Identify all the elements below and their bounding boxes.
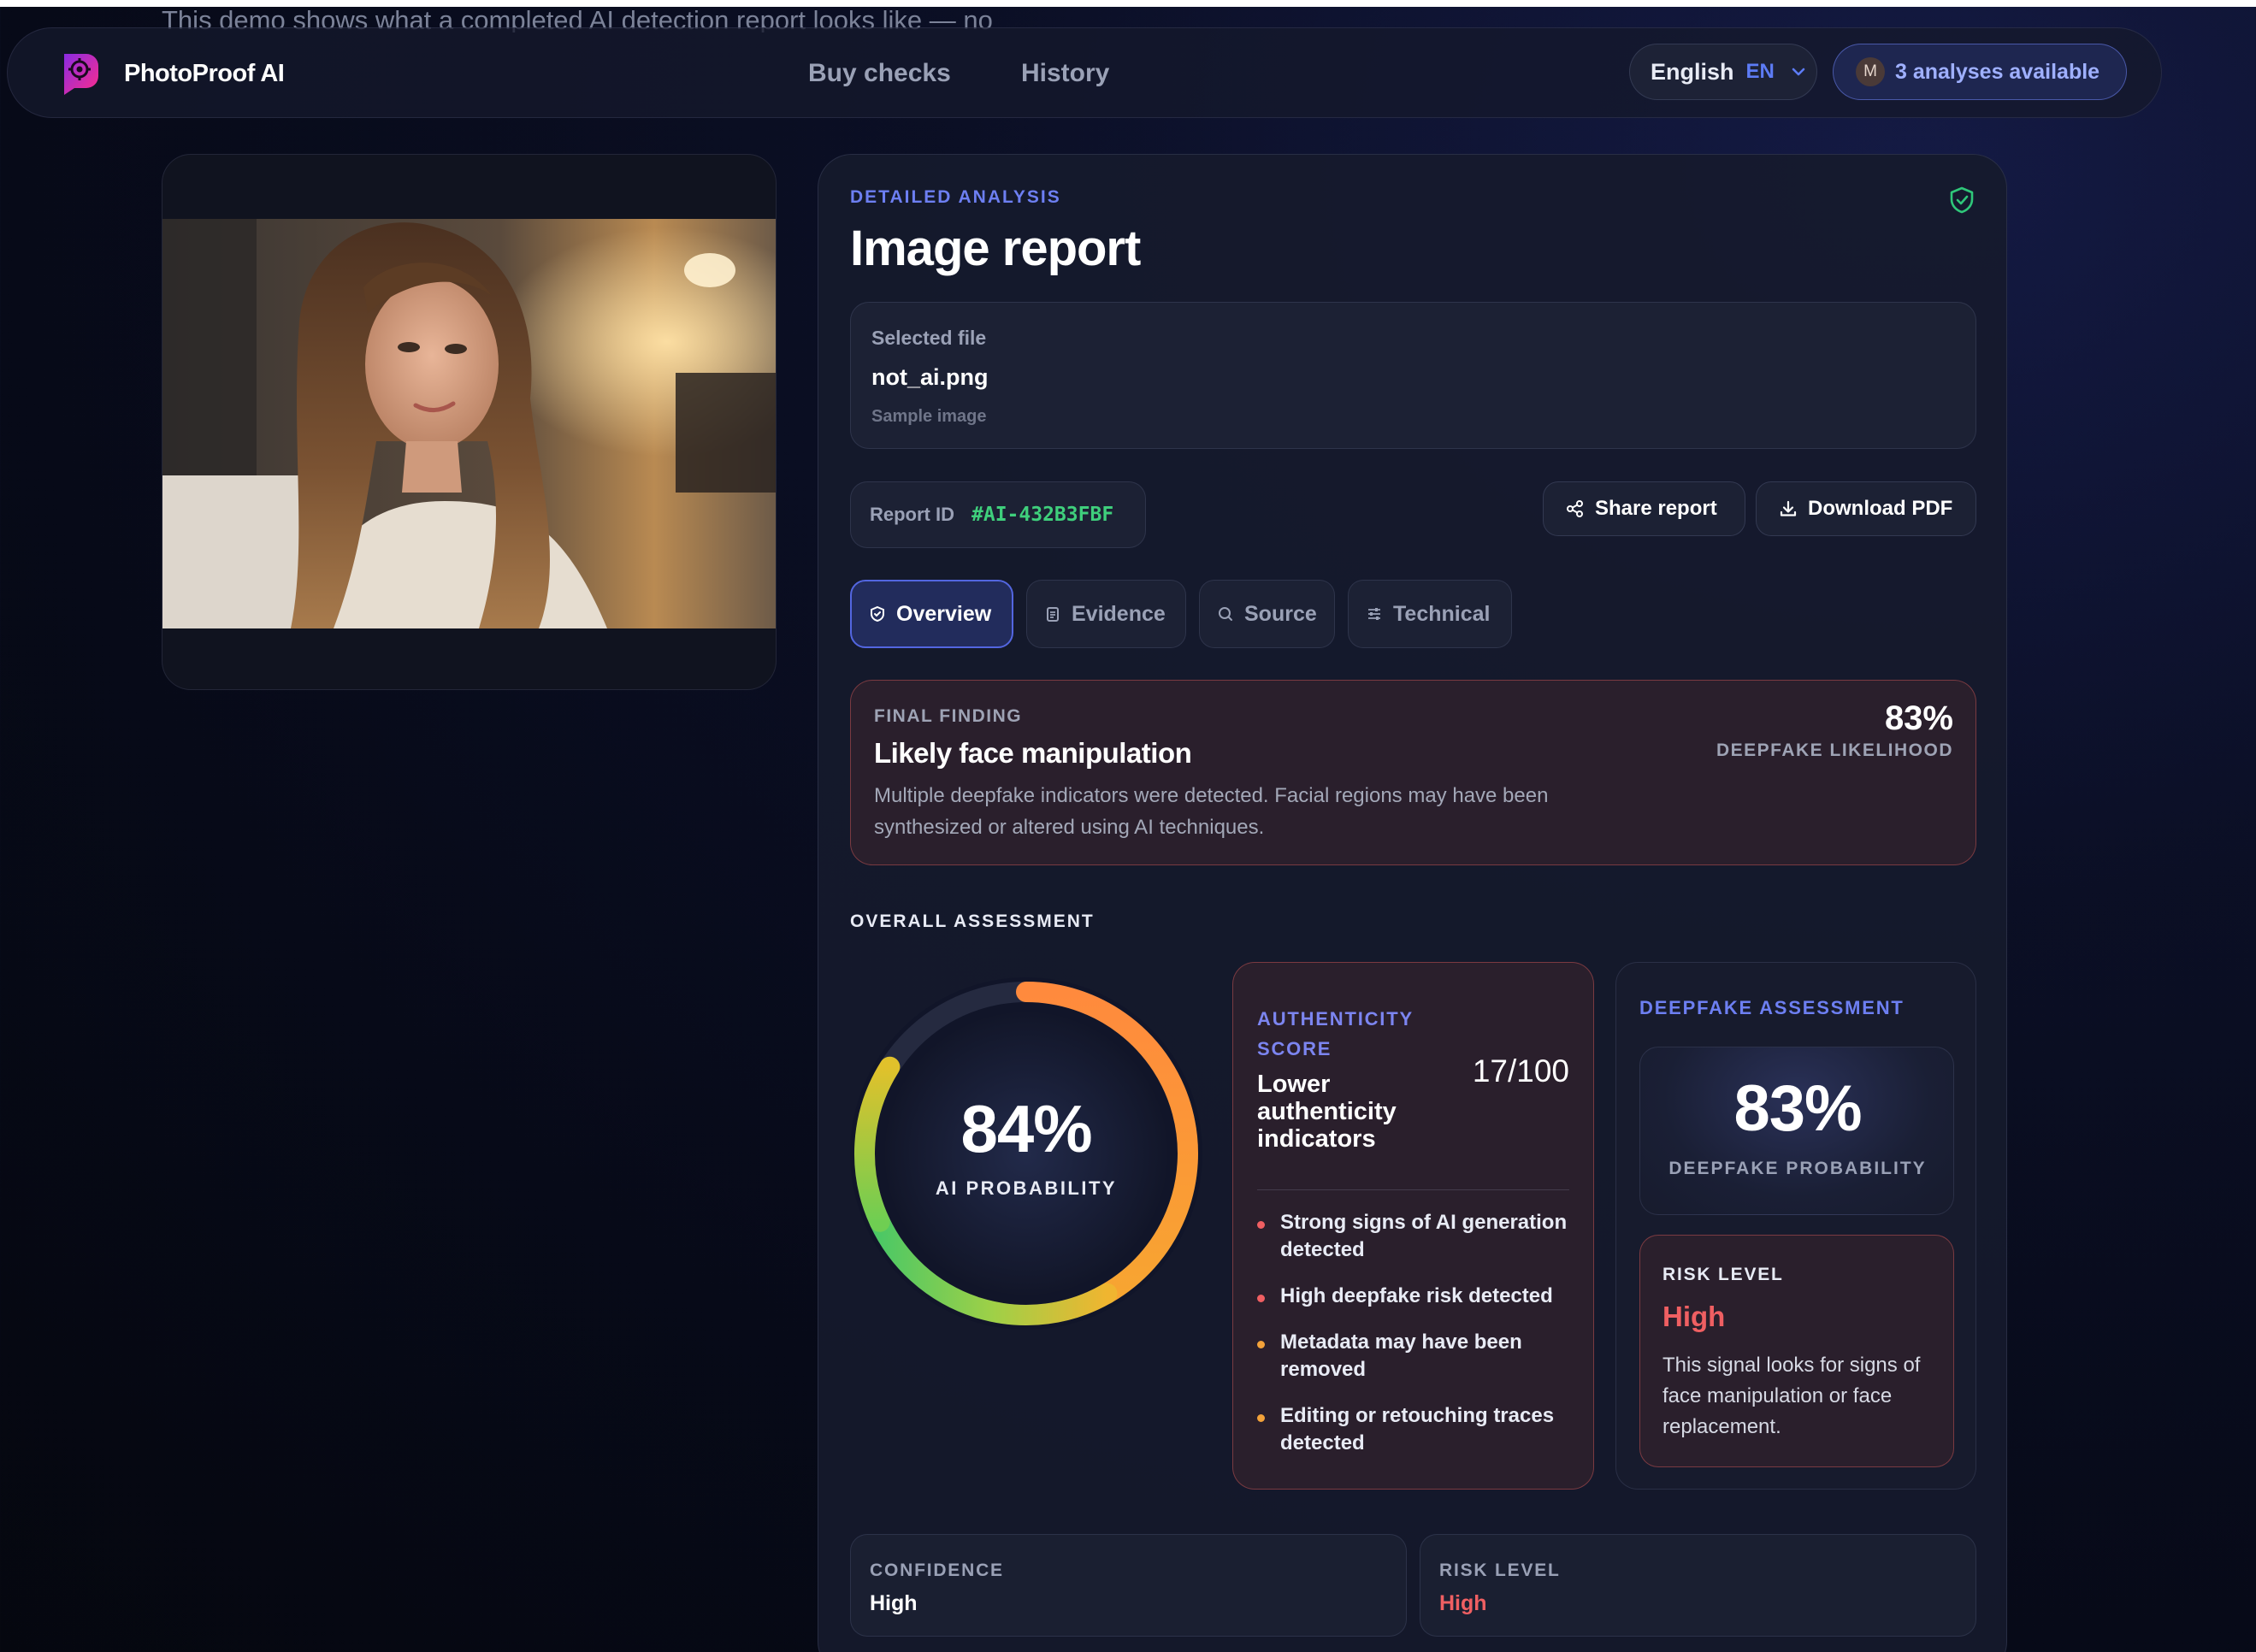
deepfake-assessment-eyebrow: DEEPFAKE ASSESSMENT: [1639, 997, 1905, 1018]
top-navbar: PhotoProof AI Buy checks History English…: [7, 27, 2162, 118]
list-item: Editing or retouching traces detected: [1257, 1402, 1574, 1457]
image-preview-card: [162, 154, 777, 690]
final-finding-description: Multiple deepfake indicators were detect…: [874, 784, 1549, 839]
risk-level-description: This signal looks for signs of face mani…: [1662, 1354, 1921, 1438]
risk-level-summary-card: RISK LEVEL High: [1420, 1534, 1976, 1637]
risk-level-box: RISK LEVEL High This signal looks for si…: [1639, 1235, 1954, 1467]
tab-technical[interactable]: Technical: [1348, 580, 1512, 648]
sliders-icon: [1368, 608, 1380, 620]
share-report-label: Share report: [1595, 497, 1717, 520]
report-panel: DETAILED ANALYSIS Image report Selected …: [818, 154, 2007, 1652]
risk-level-label: RISK LEVEL: [1662, 1265, 1784, 1284]
file-name: not_ai.png: [871, 364, 989, 390]
risk-level-summary-value: High: [1439, 1591, 1487, 1615]
status-dot-icon: [1257, 1341, 1265, 1348]
chevron-down-icon: [1792, 68, 1805, 76]
shield-check-icon: [1950, 186, 1974, 214]
authenticity-score-eyebrow: AUTHENTICITY SCORE: [1257, 1008, 1414, 1059]
selected-file-box: Selected file not_ai.png Sample image: [850, 302, 1976, 449]
list-item: High deepfake risk detected: [1257, 1283, 1574, 1310]
deepfake-probability-value: 83%: [1733, 1072, 1862, 1145]
final-finding-heading: Likely face manipulation: [874, 737, 1192, 769]
download-pdf-label: Download PDF: [1808, 497, 1953, 520]
indicator-text: Metadata may have been removed: [1280, 1330, 1522, 1381]
indicator-text: High deepfake risk detected: [1280, 1284, 1553, 1307]
status-dot-icon: [1257, 1295, 1265, 1302]
tab-overview-label: Overview: [896, 601, 992, 626]
report-id-label: Report ID: [870, 504, 954, 525]
selected-file-label: Selected file: [871, 327, 987, 349]
shield-check-icon: [871, 605, 884, 622]
language-selector[interactable]: English EN: [1629, 44, 1817, 100]
ai-probability-value: 84%: [960, 1091, 1092, 1166]
tab-source[interactable]: Source: [1199, 580, 1335, 648]
language-code: EN: [1745, 60, 1775, 83]
tab-technical-label: Technical: [1393, 601, 1491, 626]
download-icon: [1780, 500, 1797, 516]
divider: [1257, 1189, 1569, 1190]
confidence-value: High: [870, 1591, 918, 1615]
confidence-card: CONFIDENCE High: [850, 1534, 1407, 1637]
authenticity-heading: Lower authenticity indicators: [1257, 1071, 1397, 1153]
confidence-label: CONFIDENCE: [870, 1561, 1004, 1580]
report-eyebrow: DETAILED ANALYSIS: [850, 187, 1061, 207]
tab-evidence-label: Evidence: [1072, 601, 1166, 626]
report-id-badge: Report ID #AI-432B3FBF: [850, 481, 1146, 548]
ai-probability-label: AI PROBABILITY: [935, 1177, 1118, 1199]
authenticity-indicators-list: Strong signs of AI generation detected H…: [1257, 1209, 1574, 1476]
credits-text: 3 analyses available: [1895, 59, 2100, 84]
download-pdf-button[interactable]: Download PDF: [1756, 481, 1976, 536]
tab-overview[interactable]: Overview: [850, 580, 1013, 648]
final-finding-card: FINAL FINDING Likely face manipulation M…: [850, 680, 1976, 865]
file-subtitle: Sample image: [871, 407, 987, 426]
ai-probability-gauge: 84% AI PROBABILITY: [850, 977, 1202, 1330]
report-id-value: #AI-432B3FBF: [971, 504, 1114, 526]
final-finding-eyebrow: FINAL FINDING: [874, 706, 1023, 726]
list-item: Metadata may have been removed: [1257, 1329, 1574, 1384]
credits-badge[interactable]: M 3 analyses available: [1833, 44, 2127, 100]
risk-level-value: High: [1662, 1301, 1726, 1332]
deepfake-likelihood-label: DEEPFAKE LIKELIHOOD: [1716, 740, 1953, 760]
risk-level-summary-label: RISK LEVEL: [1439, 1561, 1561, 1580]
authenticity-score-value: 17/100: [1472, 1053, 1569, 1089]
status-dot-icon: [1257, 1221, 1265, 1229]
share-report-button[interactable]: Share report: [1543, 481, 1745, 536]
photoproof-logo-icon: [64, 54, 98, 95]
deepfake-probability-label: DEEPFAKE PROBABILITY: [1668, 1159, 1927, 1178]
nav-link-buy-checks[interactable]: Buy checks: [808, 59, 951, 88]
indicator-text: Strong signs of AI generation detected: [1280, 1211, 1568, 1261]
browser-top-edge: [0, 0, 2256, 7]
clipboard-icon: [1047, 607, 1059, 622]
uploaded-photo: [162, 219, 776, 628]
brand[interactable]: PhotoProof AI: [56, 50, 285, 97]
list-item: Strong signs of AI generation detected: [1257, 1209, 1574, 1264]
page-title: Image report: [850, 221, 1141, 276]
share-icon: [1567, 500, 1583, 517]
brand-name: PhotoProof AI: [124, 59, 285, 87]
indicator-text: Editing or retouching traces detected: [1280, 1404, 1555, 1454]
deepfake-probability-box: 83% DEEPFAKE PROBABILITY: [1639, 1047, 1954, 1215]
search-icon: [1219, 607, 1232, 621]
language-name: English: [1651, 58, 1734, 85]
deepfake-likelihood-value: 83%: [1884, 699, 1953, 737]
status-dot-icon: [1257, 1414, 1265, 1422]
overall-assessment-heading: OVERALL ASSESSMENT: [850, 912, 1095, 931]
avatar: M: [1856, 57, 1885, 86]
tab-evidence[interactable]: Evidence: [1026, 580, 1186, 648]
deepfake-assessment-card: DEEPFAKE ASSESSMENT 83% DEEPFAKE PROBABI…: [1615, 962, 1976, 1490]
nav-link-history[interactable]: History: [1021, 59, 1109, 88]
authenticity-score-card: AUTHENTICITY SCORE 17/100 Lower authenti…: [1232, 962, 1594, 1490]
tab-source-label: Source: [1244, 601, 1317, 626]
